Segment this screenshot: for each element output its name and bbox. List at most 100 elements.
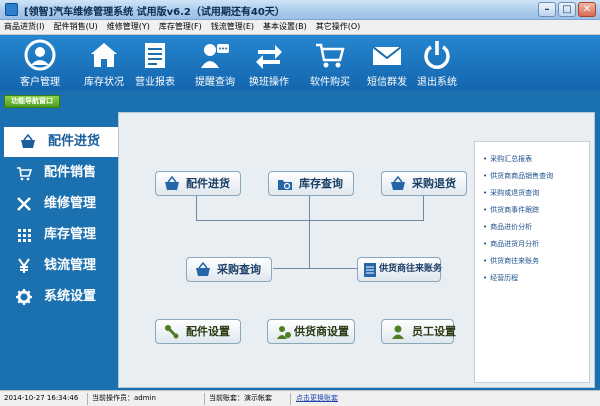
main-panel: 配件进货 库存查询 采购退货 采购查询 供货商往来账务 配件设置 供货商设置 员… <box>118 112 595 388</box>
report-link[interactable]: 采购或退货查询 <box>483 188 539 198</box>
report-links-panel: 采购汇总报表 供货商商品销售查询 采购或退货查询 供货商事件跟踪 商品进价分析 … <box>474 141 590 383</box>
report-link[interactable]: 供货商商品销售查询 <box>483 171 553 181</box>
toolbar-label: 营业报表 <box>135 77 175 88</box>
tools-icon <box>17 197 31 211</box>
connector-line <box>309 195 310 220</box>
button-label: 采购退货 <box>412 177 456 190</box>
part-settings-button[interactable]: 配件设置 <box>155 319 241 344</box>
report-link[interactable]: 经营历程 <box>483 273 518 283</box>
basket-icon <box>196 262 210 276</box>
toolbar-report-button[interactable]: 营业报表 <box>122 37 188 89</box>
minimize-button[interactable]: – <box>538 2 556 17</box>
button-label: 库存查询 <box>299 177 343 190</box>
sidebar-item-system-settings[interactable]: 系统设置 <box>0 282 118 312</box>
button-label: 采购查询 <box>217 263 261 276</box>
sidebar-item-label: 配件进货 <box>48 134 101 149</box>
switch-account-link[interactable]: 点击更换账套 <box>296 391 338 406</box>
button-label: 供货商设置 <box>294 325 349 338</box>
toolbar-shift-button[interactable]: 换班操作 <box>236 37 302 89</box>
toolbar: 客户管理 库存状况 营业报表 提醒查询 换班操作 软件购买 短信群发 退出系统 <box>0 35 600 91</box>
grid-icon <box>18 229 31 242</box>
shift-icon <box>256 45 282 69</box>
maximize-button[interactable]: □ <box>558 2 576 17</box>
toolbar-exit-button[interactable]: 退出系统 <box>404 37 470 89</box>
supplier-settings-button[interactable]: 供货商设置 <box>267 319 355 344</box>
wrench-icon <box>165 325 179 339</box>
menu-item-repair[interactable]: 维修管理(Y) <box>107 20 150 34</box>
reminder-icon <box>201 44 229 68</box>
stock-query-button[interactable]: 库存查询 <box>268 171 354 196</box>
connector-line <box>196 195 197 220</box>
parts-purchase-button[interactable]: 配件进货 <box>155 171 241 196</box>
staff-settings-button[interactable]: 员工设置 <box>381 319 456 344</box>
menu-item-cashflow[interactable]: 钱流管理(E) <box>211 20 254 34</box>
button-label: 配件进货 <box>186 177 230 190</box>
sidebar-item-label: 系统设置 <box>44 289 97 304</box>
report-link[interactable]: 商品进货月分析 <box>483 239 539 249</box>
function-nav-tab[interactable]: 功能导航窗口 <box>4 95 60 108</box>
app-window: [领智]汽车维修管理系统 试用版v6.2（试用期还有40天） – □ ✕ 商品进… <box>0 0 600 406</box>
menu-item-other[interactable]: 其它操作(O) <box>316 20 361 34</box>
connector-line <box>273 268 357 269</box>
menu-item-parts-sales[interactable]: 配件销售(U) <box>54 20 98 34</box>
menu-item-goods-in[interactable]: 商品进货(I) <box>4 20 45 34</box>
basket-icon <box>165 176 179 190</box>
report-link[interactable]: 供货商事件跟踪 <box>483 205 539 215</box>
status-divider <box>290 393 291 405</box>
sidebar-item-label: 库存管理 <box>44 227 97 242</box>
sidebar-item-repair[interactable]: 维修管理 <box>0 189 118 219</box>
app-icon <box>5 3 18 16</box>
title-bar: [领智]汽车维修管理系统 试用版v6.2（试用期还有40天） – □ ✕ <box>0 0 600 20</box>
status-operator: 当前操作员：admin <box>92 394 156 402</box>
yen-icon <box>18 258 30 273</box>
cart-icon <box>17 167 32 181</box>
report-link[interactable]: 商品进价分析 <box>483 222 532 232</box>
staff-icon <box>392 325 404 339</box>
menu-bar: 商品进货(I) 配件销售(U) 维修管理(Y) 库存管理(F) 钱流管理(E) … <box>0 20 600 35</box>
menu-item-inventory[interactable]: 库存管理(F) <box>159 20 202 34</box>
close-button[interactable]: ✕ <box>578 2 596 17</box>
report-link[interactable]: 采购汇总报表 <box>483 154 532 164</box>
menu-item-basic-settings[interactable]: 基本设置(B) <box>263 20 307 34</box>
customer-icon <box>24 39 56 71</box>
sidebar-item-label: 配件销售 <box>44 165 97 180</box>
warehouse-icon <box>91 43 117 67</box>
purchase-return-button[interactable]: 采购退货 <box>381 171 467 196</box>
sidebar-item-inventory[interactable]: 库存管理 <box>0 220 118 250</box>
window-title: [领智]汽车维修管理系统 试用版v6.2（试用期还有40天） <box>24 7 285 18</box>
status-account: 当前账套：演示帐套 <box>209 394 272 402</box>
sidebar-item-label: 钱流管理 <box>44 258 97 273</box>
status-divider <box>204 393 205 405</box>
sms-icon <box>372 46 402 65</box>
folder-search-icon <box>278 180 292 190</box>
gear-icon <box>16 289 32 305</box>
status-divider <box>87 393 88 405</box>
button-label: 配件设置 <box>186 325 230 338</box>
sidebar-item-parts-sales[interactable]: 配件销售 <box>0 158 118 188</box>
sidebar-item-label: 维修管理 <box>44 196 97 211</box>
toolbar-customer-button[interactable]: 客户管理 <box>7 37 73 89</box>
status-bar: 2014-10-27 16:34:46 当前操作员：admin 当前账套：演示帐… <box>0 390 600 406</box>
ledger-icon <box>364 263 376 277</box>
cart-icon <box>316 43 345 68</box>
report-link[interactable]: 供货商往来账务 <box>483 256 539 266</box>
button-label: 供货商往来账务 <box>379 264 443 274</box>
connector-line <box>423 195 424 220</box>
power-icon <box>424 41 450 69</box>
basket-icon <box>21 134 35 148</box>
connector-line <box>196 220 424 221</box>
sidebar: 配件进货 配件销售 维修管理 库存管理 钱流管理 系统设置 <box>0 112 118 388</box>
supplier-account-button[interactable]: 供货商往来账务 <box>357 257 443 282</box>
basket-icon <box>391 176 405 190</box>
toolbar-label: 客户管理 <box>20 77 60 88</box>
toolbar-label: 退出系统 <box>417 77 457 88</box>
sidebar-item-parts-purchase[interactable]: 配件进货 <box>0 127 118 157</box>
button-label: 员工设置 <box>412 325 456 338</box>
purchase-query-button[interactable]: 采购查询 <box>186 257 272 282</box>
report-icon <box>145 43 165 68</box>
toolbar-label: 换班操作 <box>249 77 289 88</box>
connector-line <box>309 220 310 268</box>
status-datetime: 2014-10-27 16:34:46 <box>4 394 79 402</box>
sidebar-item-cashflow[interactable]: 钱流管理 <box>0 251 118 281</box>
supplier-icon <box>277 326 291 339</box>
